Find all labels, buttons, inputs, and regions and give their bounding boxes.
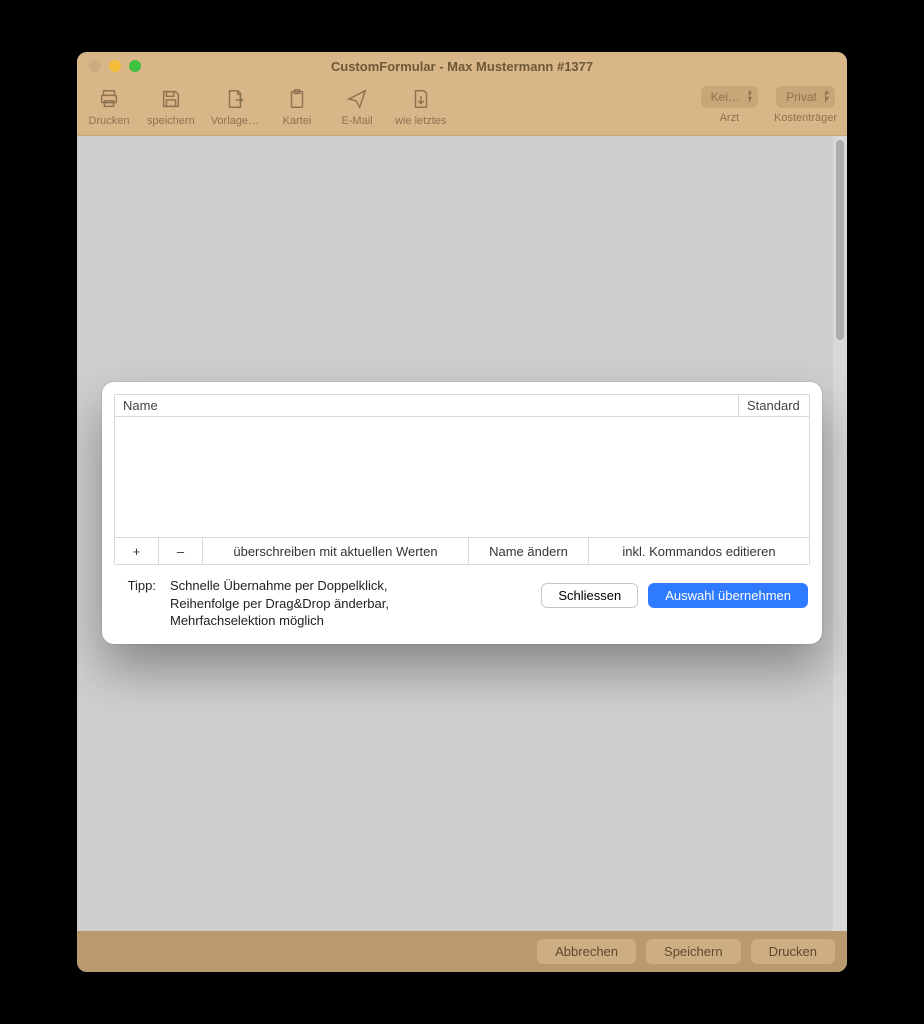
toolbar-label: speichern (147, 115, 195, 127)
toolbar-kartei[interactable]: Kartei (275, 86, 319, 127)
clipboard-icon (284, 86, 310, 112)
table-body[interactable] (115, 417, 809, 537)
footer: Abbrechen Speichern Drucken (77, 931, 847, 972)
toolbar-label: wie letztes (395, 115, 446, 127)
template-table: Name Standard (114, 394, 810, 537)
doctor-select-caption: Arzt (720, 112, 740, 124)
window-close-button[interactable] (89, 60, 101, 72)
toolbar-template[interactable]: Vorlage… (211, 86, 259, 127)
remove-button[interactable]: – (159, 538, 203, 564)
send-icon (344, 86, 370, 112)
print-button[interactable]: Drucken (751, 939, 835, 964)
floppy-icon (158, 86, 184, 112)
tip-label: Tipp: (116, 577, 156, 593)
doctor-select[interactable]: Kei… ▴▾ Arzt (701, 86, 758, 124)
column-name[interactable]: Name (115, 395, 739, 416)
toolbar-label: Vorlage… (211, 115, 259, 127)
toolbar-label: E-Mail (341, 115, 372, 127)
cancel-button[interactable]: Abbrechen (537, 939, 636, 964)
window-minimize-button[interactable] (109, 60, 121, 72)
toolbar: Drucken speichern Vorlage… Kartei E-Mail (77, 80, 847, 136)
column-standard[interactable]: Standard (739, 395, 809, 416)
tip-text: Schnelle Übernahme per Doppelklick, Reih… (170, 577, 450, 630)
add-button[interactable]: + (115, 538, 159, 564)
toolbar-save[interactable]: speichern (147, 86, 195, 127)
template-sheet: Name Standard + – überschreiben mit aktu… (102, 382, 822, 644)
edit-commands-button[interactable]: inkl. Kommandos editieren (589, 538, 809, 564)
window-title: CustomFormular - Max Mustermann #1377 (87, 58, 837, 76)
save-button[interactable]: Speichern (646, 939, 741, 964)
toolbar-email[interactable]: E-Mail (335, 86, 379, 127)
sheet-bottom: Tipp: Schnelle Übernahme per Doppelklick… (102, 565, 822, 644)
close-sheet-button[interactable]: Schliessen (541, 583, 638, 608)
printer-icon (96, 86, 122, 112)
apply-button[interactable]: Auswahl übernehmen (648, 583, 808, 608)
template-icon (222, 86, 248, 112)
scrollbar[interactable] (833, 136, 847, 931)
chevrons-icon: ▴▾ (825, 88, 829, 102)
toolbar-label: Drucken (89, 115, 130, 127)
payer-select-value: Privat (786, 90, 817, 104)
traffic-lights (89, 60, 141, 72)
table-header: Name Standard (115, 395, 809, 417)
window-zoom-button[interactable] (129, 60, 141, 72)
page-arrow-icon (408, 86, 434, 112)
scrollthumb[interactable] (836, 140, 844, 340)
table-actions: + – überschreiben mit aktuellen Werten N… (114, 537, 810, 565)
overwrite-button[interactable]: überschreiben mit aktuellen Werten (203, 538, 469, 564)
toolbar-label: Kartei (283, 115, 312, 127)
payer-select[interactable]: Privat ▴▾ Kostenträger (774, 86, 837, 124)
toolbar-repeat[interactable]: wie letztes (395, 86, 446, 127)
rename-button[interactable]: Name ändern (469, 538, 589, 564)
titlebar: CustomFormular - Max Mustermann #1377 (77, 52, 847, 80)
doctor-select-value: Kei… (711, 90, 740, 104)
toolbar-print[interactable]: Drucken (87, 86, 131, 127)
app-window: CustomFormular - Max Mustermann #1377 Dr… (77, 52, 847, 972)
chevrons-icon: ▴▾ (748, 88, 752, 102)
payer-select-caption: Kostenträger (774, 112, 837, 124)
